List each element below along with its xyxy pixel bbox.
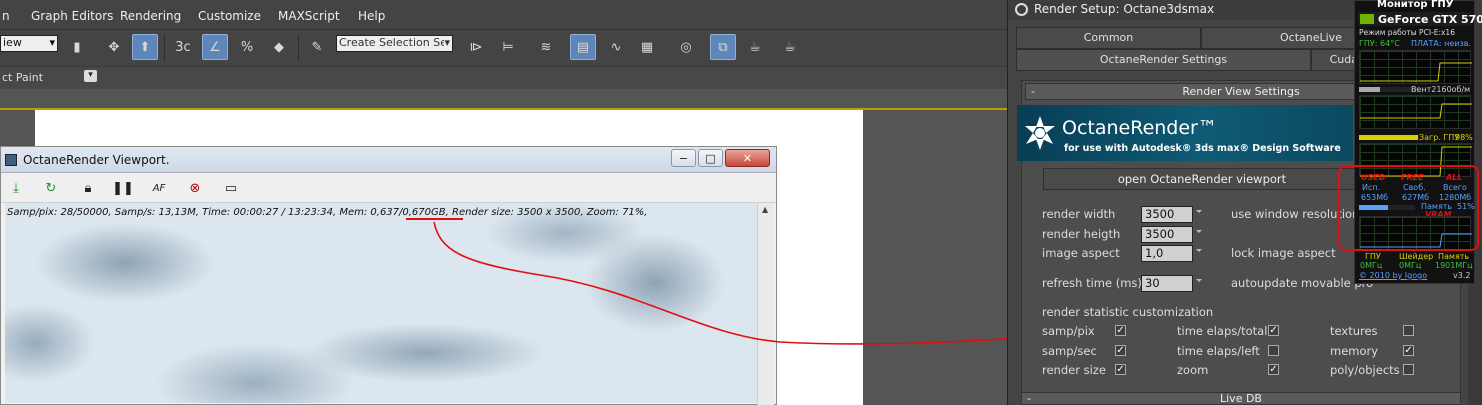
- render-setup-title: Render Setup: Octane3dsmax: [1034, 2, 1215, 16]
- live-db-title: Live DB: [1220, 392, 1262, 405]
- open-octane-viewport-button[interactable]: open OctaneRender viewport: [1043, 168, 1361, 190]
- load-bar: [1359, 135, 1419, 140]
- board-temp: ПЛАТА: неизв.: [1411, 39, 1471, 48]
- render-width-spinner[interactable]: 3500: [1141, 206, 1202, 223]
- stat-zoom-checkbox[interactable]: ✓: [1268, 364, 1279, 375]
- octane-logo-icon: [1025, 116, 1055, 150]
- stat-textures-label: textures: [1330, 324, 1378, 338]
- stat-time-left-checkbox[interactable]: [1268, 345, 1279, 356]
- banner-product-name: OctaneRender™: [1062, 117, 1217, 139]
- fan-graph: [1359, 95, 1472, 129]
- gpu-temp: ГПУ: 64°C: [1359, 39, 1400, 48]
- pci-mode: Режим работы PCI-E:x16: [1359, 28, 1455, 37]
- collapse-icon: -: [1027, 392, 1031, 405]
- clock-shader-label: Шейдер: [1399, 252, 1434, 261]
- copyright-link[interactable]: © 2010 by Igogo: [1359, 271, 1427, 280]
- clock-memory-label: Память: [1438, 252, 1470, 261]
- stat-samp-pix-checkbox[interactable]: ✓: [1115, 325, 1126, 336]
- tab-octanelive[interactable]: OctaneLive Acc: [1201, 27, 1361, 64]
- live-db-rollout-header[interactable]: - Live DB: [1021, 392, 1461, 405]
- banner-subtitle: for use with Autodesk® 3ds max® Design S…: [1064, 143, 1341, 154]
- render-height-label: render heigth: [1042, 227, 1121, 241]
- temp-graph: [1359, 50, 1472, 84]
- stat-render-size-checkbox[interactable]: ✓: [1115, 364, 1126, 375]
- rollout-title: Render View Settings: [1182, 85, 1300, 98]
- refresh-time-label: refresh time (ms): [1042, 276, 1142, 290]
- clock-memory-value: 1901МГц: [1435, 261, 1473, 270]
- annotation-highlight-box: [1338, 165, 1479, 251]
- stat-zoom-label: zoom: [1177, 363, 1209, 377]
- gpu-monitor-title: Монитор ГПУ: [1377, 0, 1454, 10]
- lock-image-aspect-label[interactable]: lock image aspect: [1231, 246, 1336, 260]
- tab-octanerender-settings[interactable]: OctaneRender Settings: [1016, 49, 1311, 71]
- teapot-icon: [1015, 3, 1028, 16]
- stat-samp-pix-label: samp/pix: [1042, 324, 1095, 338]
- stat-textures-checkbox[interactable]: [1403, 325, 1414, 336]
- clock-gpu-value: 0МГц: [1360, 261, 1383, 270]
- fan-bar: [1359, 87, 1419, 92]
- stat-poly-objects-checkbox[interactable]: [1403, 364, 1414, 375]
- version-label: v3.2: [1453, 271, 1471, 280]
- render-width-label: render width: [1042, 207, 1116, 221]
- stat-memory-label: memory: [1330, 344, 1379, 358]
- stat-render-size-label: render size: [1042, 363, 1106, 377]
- stat-time-left-label: time elaps/left: [1177, 344, 1260, 358]
- autoupdate-label[interactable]: autoupdate movable pro: [1231, 276, 1373, 290]
- octane-banner: OctaneRender™ for use with Autodesk® 3ds…: [1017, 105, 1353, 161]
- stat-samp-sec-label: samp/sec: [1042, 344, 1097, 358]
- tab-common[interactable]: Common: [1016, 27, 1201, 49]
- stat-time-total-checkbox[interactable]: ✓: [1268, 325, 1279, 336]
- stat-samp-sec-checkbox[interactable]: ✓: [1115, 345, 1126, 356]
- stat-time-total-label: time elaps/total: [1177, 324, 1268, 338]
- gpu-name: GeForce GTX 570: [1378, 13, 1482, 26]
- stat-poly-objects-label: poly/objects: [1330, 363, 1400, 377]
- stat-memory-checkbox[interactable]: ✓: [1403, 345, 1414, 356]
- gpu-name-bg: GeForce GTX 570: [1358, 12, 1482, 26]
- load-value: 98%: [1455, 133, 1473, 142]
- image-aspect-label: image aspect: [1042, 246, 1120, 260]
- image-aspect-spinner[interactable]: 1,0: [1141, 245, 1202, 262]
- refresh-time-spinner[interactable]: 30: [1141, 275, 1202, 292]
- render-height-spinner[interactable]: 3500: [1141, 226, 1202, 243]
- load-label: Загр. ГПУ: [1419, 133, 1460, 142]
- statistic-customization-title: render statistic customization: [1042, 305, 1214, 319]
- collapse-icon: -: [1031, 85, 1035, 98]
- clock-shader-value: 0МГц: [1399, 261, 1422, 270]
- clock-gpu-label: ГПУ: [1365, 252, 1381, 261]
- temp-graph-line: [1360, 62, 1472, 82]
- nvidia-logo-icon: [1360, 14, 1374, 24]
- fan-speed: Вент2160об/м: [1411, 85, 1471, 94]
